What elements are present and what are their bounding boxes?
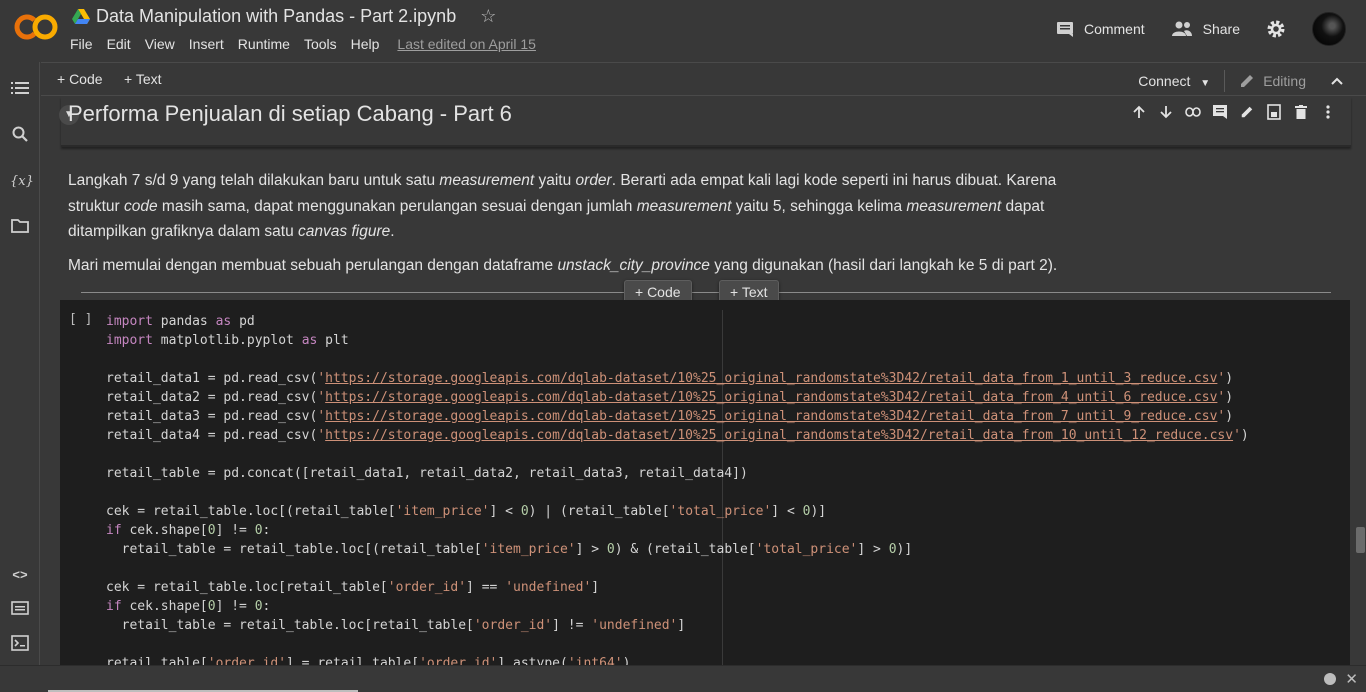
variables-icon[interactable]: {x} <box>10 172 34 192</box>
move-down-icon[interactable] <box>1157 103 1175 121</box>
menu-runtime[interactable]: Runtime <box>238 36 297 52</box>
delete-icon[interactable] <box>1292 103 1310 121</box>
chevron-up-icon[interactable] <box>1330 73 1344 89</box>
add-code-button[interactable]: + Code <box>57 71 103 87</box>
menu-tools[interactable]: Tools <box>304 36 344 52</box>
connect-button[interactable]: Connect ▼ <box>1138 73 1210 89</box>
notebook-toolbar: + Code + Text Connect ▼ Editing <box>41 62 1366 96</box>
add-text-button[interactable]: + Text <box>124 71 162 87</box>
code-editor[interactable]: import pandas as pd import matplotlib.py… <box>106 312 1249 665</box>
text-cell-paragraph-1[interactable]: Langkah 7 s/d 9 yang telah dilakukan bar… <box>68 168 1098 245</box>
comment-label: Comment <box>1083 21 1145 37</box>
code-cell[interactable]: [ ] import pandas as pd import matplotli… <box>60 300 1350 665</box>
table-of-contents-icon[interactable] <box>10 80 30 100</box>
terminal-icon[interactable] <box>10 635 30 655</box>
connect-label: Connect <box>1138 73 1191 89</box>
editing-label: Editing <box>1263 73 1306 89</box>
menu-bar: File Edit View Insert Runtime Tools Help… <box>70 36 550 52</box>
edit-pencil-icon[interactable] <box>1238 103 1256 121</box>
comment-button[interactable]: Comment <box>1056 20 1145 38</box>
close-icon[interactable]: ✕ <box>1345 670 1358 688</box>
menu-edit[interactable]: Edit <box>107 36 138 52</box>
drive-icon <box>72 8 90 24</box>
avatar[interactable] <box>1312 12 1346 46</box>
move-up-icon[interactable] <box>1130 103 1148 121</box>
share-button[interactable]: Share <box>1171 21 1240 37</box>
star-icon[interactable]: ☆ <box>480 6 496 27</box>
top-bar: Data Manipulation with Pandas - Part 2.i… <box>0 0 1366 62</box>
mirror-cell-icon[interactable] <box>1265 103 1283 121</box>
code-snippets-icon[interactable]: <> <box>10 565 30 585</box>
folder-icon[interactable] <box>10 218 30 238</box>
status-bar: ✕ <box>0 665 1366 692</box>
last-edited-link[interactable]: Last edited on April 15 <box>397 36 543 52</box>
command-palette-icon[interactable] <box>10 600 30 620</box>
scrollbar-thumb[interactable] <box>1356 527 1365 553</box>
toolbar-divider <box>1224 70 1226 92</box>
section-heading: Performa Penjualan di setiap Cabang - Pa… <box>68 101 512 126</box>
menu-file[interactable]: File <box>70 36 100 52</box>
vertical-scrollbar[interactable] <box>1355 97 1366 665</box>
left-sidebar: {x} <> <box>0 62 40 692</box>
settings-gear-icon[interactable] <box>1266 19 1286 39</box>
menu-insert[interactable]: Insert <box>189 36 231 52</box>
comment-cell-icon[interactable] <box>1211 103 1229 121</box>
notebook-content: ▼ Performa Penjualan di setiap Cabang - … <box>41 97 1355 665</box>
menu-help[interactable]: Help <box>351 36 387 52</box>
editing-mode-button[interactable]: Editing <box>1239 73 1306 89</box>
share-label: Share <box>1202 21 1240 37</box>
notebook-title[interactable]: Data Manipulation with Pandas - Part 2.i… <box>96 6 456 27</box>
people-icon <box>1171 21 1192 36</box>
comment-icon <box>1056 22 1073 37</box>
pencil-icon <box>1241 75 1254 87</box>
text-cell-paragraph-2[interactable]: Mari memulai dengan membuat sebuah perul… <box>68 253 1098 279</box>
cell-toolbar <box>1126 101 1341 123</box>
insert-cell-divider <box>81 292 1331 293</box>
search-icon[interactable] <box>10 126 30 146</box>
run-cell-button[interactable]: [ ] <box>69 312 92 327</box>
more-options-icon[interactable] <box>1319 103 1337 121</box>
heading-cell[interactable]: ▼ Performa Penjualan di setiap Cabang - … <box>59 97 1351 147</box>
colab-logo[interactable] <box>14 10 58 44</box>
link-icon[interactable] <box>1184 103 1202 121</box>
chevron-down-icon: ▼ <box>1200 78 1211 89</box>
status-dot-icon[interactable] <box>1324 673 1336 685</box>
menu-view[interactable]: View <box>145 36 182 52</box>
